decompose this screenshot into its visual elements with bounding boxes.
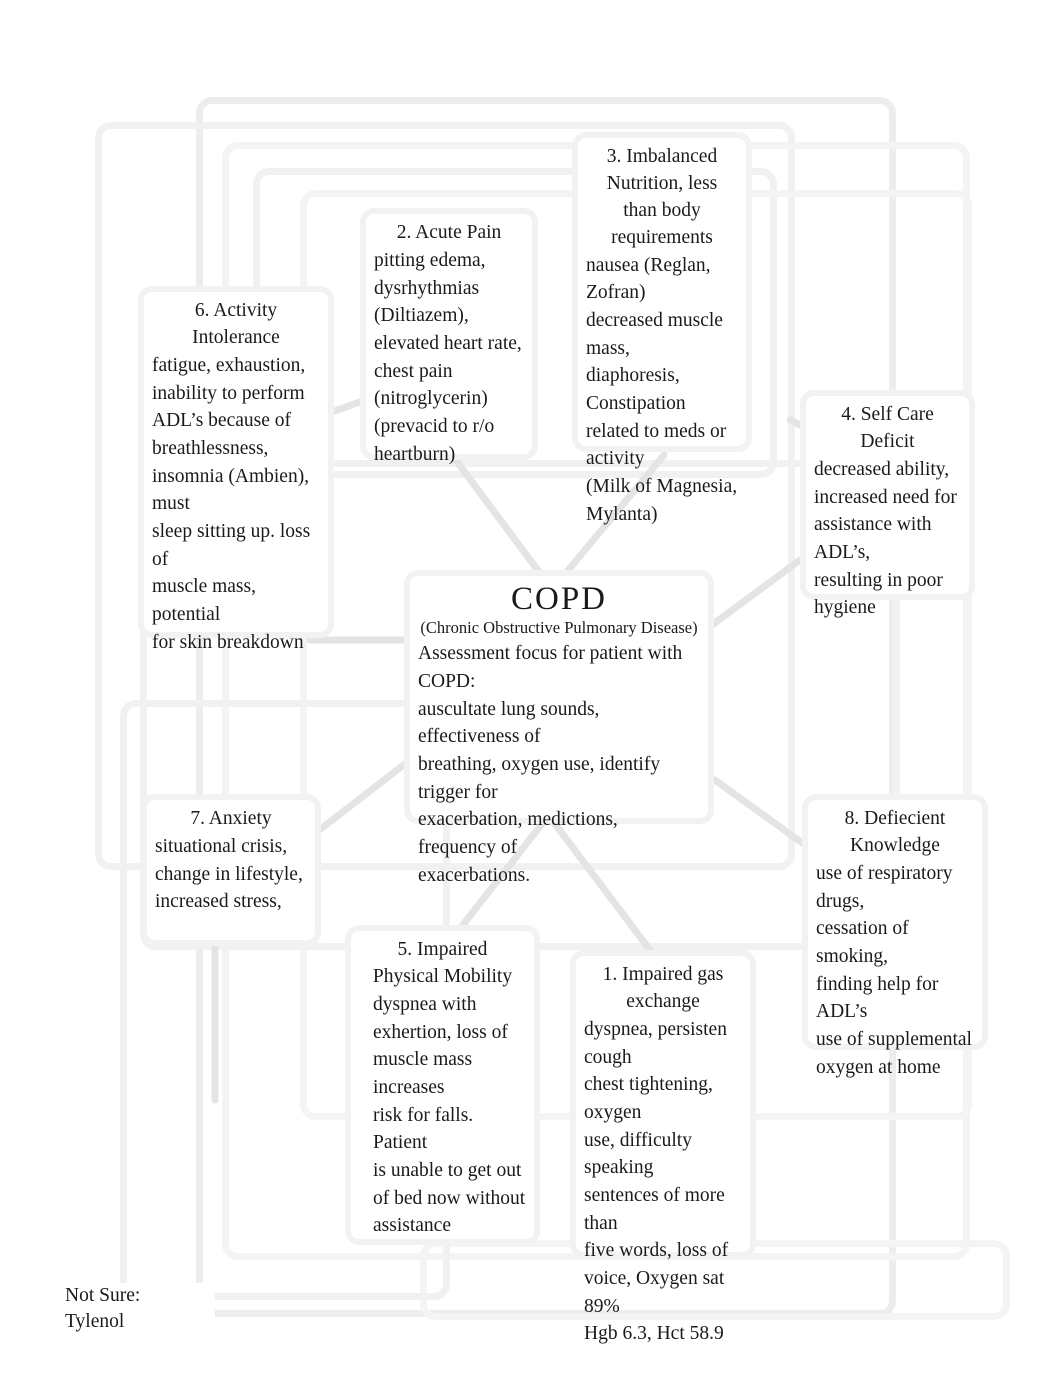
node-4-title: 4. Self Care Deficit (841, 404, 934, 452)
node-3-title: 3. Imbalanced Nutrition, less than body … (606, 146, 718, 248)
node-7-title: 7. Anxiety (190, 808, 272, 829)
node-1-impaired-gas-exchange[interactable]: 1. Impaired gas exchange dyspnea, persis… (570, 950, 756, 1344)
node-2-acute-pain[interactable]: 2. Acute Pain pitting edema, dysrhythmia… (360, 208, 538, 465)
copd-body: Assessment focus for patient with COPD: … (418, 643, 683, 886)
annotation-not-sure: Not Sure: Tylenol (65, 1283, 215, 1335)
copd-title: COPD (510, 581, 608, 617)
concept-map-canvas: 6. Activity Intolerance fatigue, exhaust… (0, 0, 1062, 1377)
node-2-title: 2. Acute Pain (396, 222, 502, 243)
node-4-self-care-deficit[interactable]: 4. Self Care Deficit decreased ability, … (800, 390, 975, 618)
node-5-impaired-physical-mobility[interactable]: 5. Impaired Physical Mobility dyspnea wi… (345, 925, 540, 1245)
node-5-title: 5. Impaired Physical Mobility (372, 939, 513, 987)
node-5-body: dyspnea with exhertion, loss of muscle m… (373, 993, 526, 1237)
node-3-body: nausea (Reglan, Zofran) decreased muscle… (586, 254, 738, 525)
node-2-body: pitting edema, dysrhythmias (Diltiazem),… (374, 249, 522, 465)
copd-subtitle: (Chronic Obstructive Pulmonary Disease) (420, 617, 698, 637)
node-copd-center[interactable]: COPD (Chronic Obstructive Pulmonary Dise… (404, 570, 714, 886)
node-7-anxiety[interactable]: 7. Anxiety situational crisis, change in… (141, 794, 321, 946)
node-4-body: decreased ability, increased need for as… (814, 458, 957, 619)
node-8-body: use of respiratory drugs, cessation of s… (816, 862, 972, 1078)
node-8-deficient-knowledge[interactable]: 8. Defiecient Knowledge use of respirato… (802, 794, 988, 1078)
node-8-title: 8. Defiecient Knowledge (844, 808, 946, 856)
node-6-activity-intolerance[interactable]: 6. Activity Intolerance fatigue, exhaust… (138, 286, 334, 653)
node-6-body: fatigue, exhaustion, inability to perfor… (152, 354, 311, 653)
node-7-body: situational crisis, change in lifestyle,… (155, 835, 303, 913)
node-6-title: 6. Activity Intolerance (192, 300, 280, 348)
node-1-body: dyspnea, persisten cough chest tightenin… (584, 1018, 729, 1345)
node-3-imbalanced-nutrition[interactable]: 3. Imbalanced Nutrition, less than body … (572, 132, 752, 525)
node-1-title: 1. Impaired gas exchange (602, 964, 724, 1012)
